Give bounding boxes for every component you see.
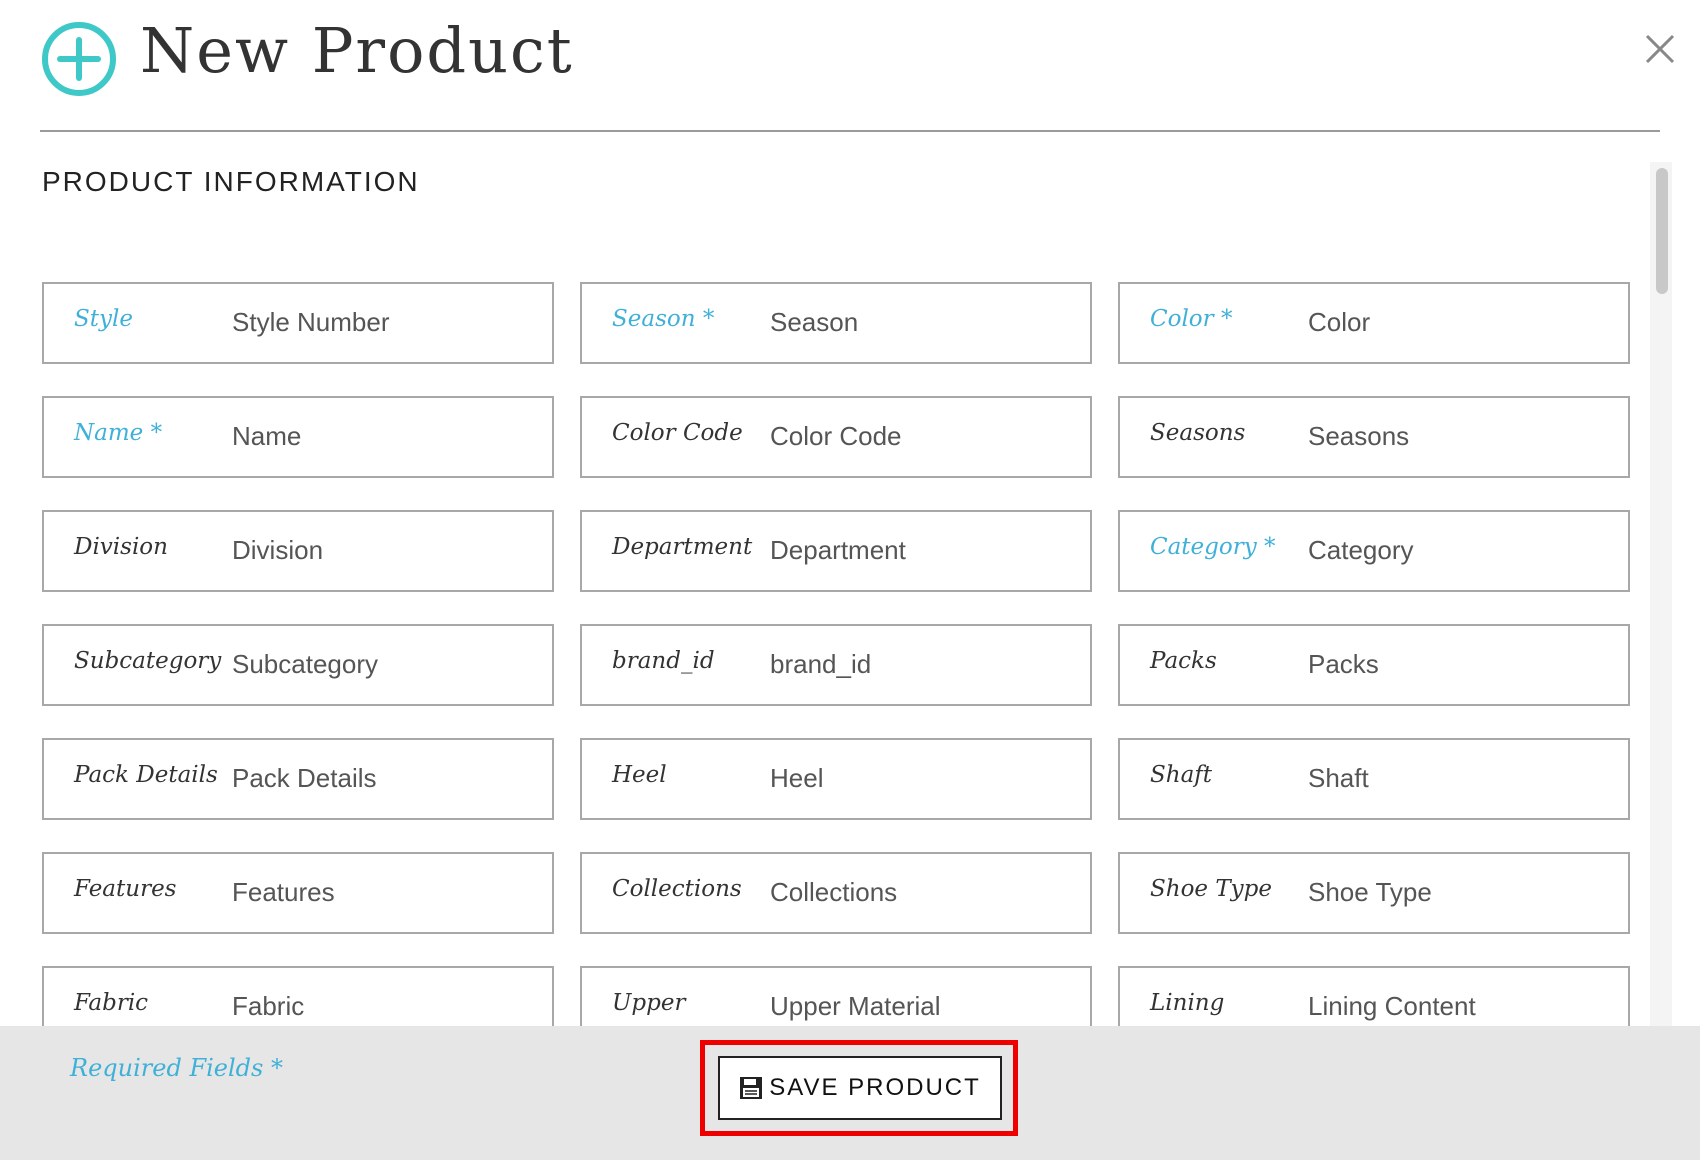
field-label-shoe-type: Shoe Type <box>1150 876 1273 902</box>
field-fabric[interactable]: Fabric <box>42 966 554 1026</box>
field-label-color: Color * <box>1150 306 1233 332</box>
field-seasons[interactable]: Seasons <box>1118 396 1630 478</box>
input-subcategory[interactable] <box>232 644 532 684</box>
header-divider <box>40 130 1660 132</box>
field-label-color-code: Color Code <box>612 420 743 446</box>
save-icon <box>740 1077 763 1099</box>
field-heel[interactable]: Heel <box>580 738 1092 820</box>
field-style[interactable]: Style <box>42 282 554 364</box>
field-label-department: Department <box>612 534 753 560</box>
scrollbar-thumb[interactable] <box>1656 168 1668 294</box>
input-pack-details[interactable] <box>232 758 532 798</box>
field-lining[interactable]: Lining <box>1118 966 1630 1026</box>
field-grid: Style Season * Color * Name * Color Code Seas… <box>42 282 1630 1026</box>
input-color-code[interactable] <box>770 416 1070 456</box>
field-label-features: Features <box>74 876 177 902</box>
modal-header: New Product <box>0 0 1700 132</box>
input-seasons[interactable] <box>1308 416 1608 456</box>
input-style[interactable] <box>232 302 532 342</box>
field-division[interactable]: Division <box>42 510 554 592</box>
required-fields-note: Required Fields * <box>70 1054 283 1082</box>
field-label-season: Season * <box>612 306 715 332</box>
field-upper[interactable]: Upper <box>580 966 1092 1026</box>
input-packs[interactable] <box>1308 644 1608 684</box>
modal-footer: Required Fields * SAVE PRODUCT <box>0 1026 1700 1160</box>
field-category[interactable]: Category * <box>1118 510 1630 592</box>
save-product-label: SAVE PRODUCT <box>769 1074 981 1101</box>
field-label-subcategory: Subcategory <box>74 648 222 674</box>
field-label-brand-id: brand_id <box>612 648 715 674</box>
input-collections[interactable] <box>770 872 1070 912</box>
field-label-heel: Heel <box>612 762 667 788</box>
form-scroll-area[interactable]: PRODUCT INFORMATION Style Season * Color *… <box>0 162 1700 1026</box>
field-label-style: Style <box>74 306 133 332</box>
field-label-name: Name * <box>74 420 163 446</box>
input-season[interactable] <box>770 302 1070 342</box>
input-division[interactable] <box>232 530 532 570</box>
input-brand-id[interactable] <box>770 644 1070 684</box>
field-label-upper: Upper <box>612 990 686 1016</box>
field-label-pack-details: Pack Details <box>74 762 218 788</box>
field-brand-id[interactable]: brand_id <box>580 624 1092 706</box>
field-shaft[interactable]: Shaft <box>1118 738 1630 820</box>
input-fabric[interactable] <box>232 986 532 1026</box>
field-pack-details[interactable]: Pack Details <box>42 738 554 820</box>
field-packs[interactable]: Packs <box>1118 624 1630 706</box>
field-department[interactable]: Department <box>580 510 1092 592</box>
input-features[interactable] <box>232 872 532 912</box>
input-heel[interactable] <box>770 758 1070 798</box>
page-title: New Product <box>140 14 574 87</box>
input-name[interactable] <box>232 416 532 456</box>
field-label-category: Category * <box>1150 534 1276 560</box>
field-label-shaft: Shaft <box>1150 762 1213 788</box>
field-label-fabric: Fabric <box>74 990 149 1016</box>
field-label-packs: Packs <box>1150 648 1217 674</box>
input-department[interactable] <box>770 530 1070 570</box>
field-label-division: Division <box>74 534 168 560</box>
field-color-code[interactable]: Color Code <box>580 396 1092 478</box>
input-upper[interactable] <box>770 986 1070 1026</box>
input-lining[interactable] <box>1308 986 1608 1026</box>
input-shaft[interactable] <box>1308 758 1608 798</box>
close-icon[interactable] <box>1643 32 1677 66</box>
save-product-button[interactable]: SAVE PRODUCT <box>718 1056 1002 1120</box>
plus-circle-icon <box>42 22 116 96</box>
field-subcategory[interactable]: Subcategory <box>42 624 554 706</box>
field-label-collections: Collections <box>612 876 742 902</box>
field-name[interactable]: Name * <box>42 396 554 478</box>
field-season[interactable]: Season * <box>580 282 1092 364</box>
input-category[interactable] <box>1308 530 1608 570</box>
field-collections[interactable]: Collections <box>580 852 1092 934</box>
field-color[interactable]: Color * <box>1118 282 1630 364</box>
input-color[interactable] <box>1308 302 1608 342</box>
field-shoe-type[interactable]: Shoe Type <box>1118 852 1630 934</box>
field-label-lining: Lining <box>1150 990 1225 1016</box>
input-shoe-type[interactable] <box>1308 872 1608 912</box>
field-features[interactable]: Features <box>42 852 554 934</box>
field-label-seasons: Seasons <box>1150 420 1246 446</box>
section-title: PRODUCT INFORMATION <box>42 166 420 197</box>
